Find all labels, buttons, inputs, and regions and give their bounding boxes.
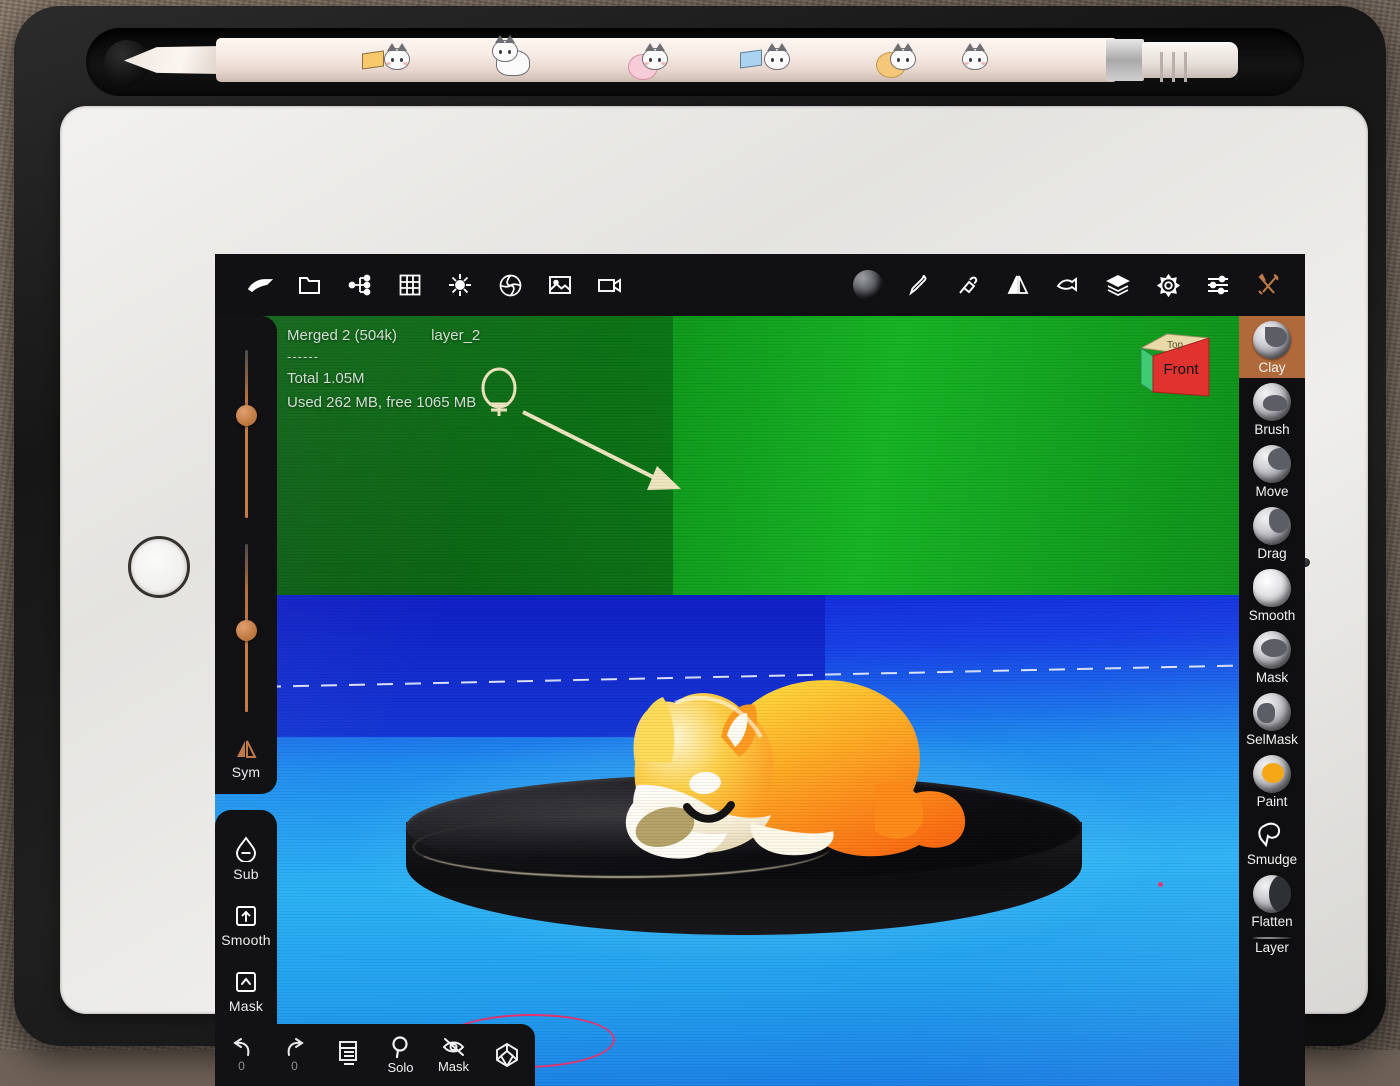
cat-sticker — [882, 48, 916, 70]
pencil-band — [1106, 39, 1144, 81]
home-button[interactable] — [128, 536, 190, 598]
stamp-icon[interactable] — [943, 262, 993, 308]
clay-slab-icon[interactable] — [235, 262, 285, 308]
tool-label-flatten: Flatten — [1251, 914, 1292, 929]
pencil-body — [216, 38, 1116, 82]
pencil-tip — [124, 46, 220, 74]
tool-label-brush: Brush — [1254, 422, 1289, 437]
grid-icon[interactable] — [385, 262, 435, 308]
cat-sticker — [962, 48, 988, 70]
ipad-case: Merged 2 (504k) layer_2 ------ Total 1.0… — [14, 6, 1386, 1046]
apple-pencil[interactable] — [106, 34, 1266, 86]
magnifier-icon — [389, 1035, 413, 1059]
ipad-front: Merged 2 (504k) layer_2 ------ Total 1.0… — [60, 106, 1368, 1014]
redo-arrow-icon — [282, 1037, 308, 1059]
left-slider-rail: Sym — [215, 316, 277, 794]
cat-sticker — [492, 40, 518, 62]
mask-label: Mask — [229, 998, 263, 1014]
folder-icon[interactable] — [285, 262, 335, 308]
pen-icon[interactable] — [893, 262, 943, 308]
tool-selmask[interactable]: SelMask — [1239, 688, 1305, 750]
layers-icon[interactable] — [1093, 262, 1143, 308]
shiba-inu-sculpture[interactable] — [575, 645, 995, 905]
tool-clay[interactable]: Clay — [1239, 316, 1305, 378]
navigation-cube[interactable]: Front Top — [1127, 326, 1219, 402]
intensity-slider[interactable] — [236, 544, 256, 712]
solo-label: Solo — [387, 1060, 413, 1075]
image-icon[interactable] — [535, 262, 585, 308]
solo-button[interactable]: Solo — [374, 1024, 427, 1086]
wireframe-button[interactable] — [480, 1024, 533, 1086]
mask-toggle-button[interactable]: Mask — [427, 1024, 480, 1086]
tool-smudge[interactable]: Smudge — [1239, 812, 1305, 870]
undo-count: 0 — [238, 1059, 245, 1073]
tool-smooth[interactable]: Smooth — [1239, 564, 1305, 626]
deformer-icon[interactable] — [1043, 262, 1093, 308]
tool-flatten[interactable]: Flatten — [1239, 870, 1305, 932]
matcap-preview[interactable] — [843, 262, 893, 308]
scene-graph-icon[interactable] — [335, 262, 385, 308]
top-toolbar — [215, 254, 1305, 316]
smudge-icon — [1255, 817, 1289, 851]
tool-drag[interactable]: Drag — [1239, 502, 1305, 564]
radius-slider-knob[interactable] — [236, 405, 257, 426]
bottom-toolbar: 0 0 — [215, 1024, 535, 1086]
polyhedron-icon — [493, 1041, 521, 1069]
mirror-icon[interactable] — [993, 262, 1043, 308]
tool-label-selmask: SelMask — [1246, 732, 1298, 747]
tool-label-move: Move — [1255, 484, 1288, 499]
smooth-button[interactable]: Smooth — [221, 904, 270, 948]
tool-brush[interactable]: Brush — [1239, 378, 1305, 440]
eye-slash-icon — [441, 1036, 467, 1058]
shutter-icon[interactable] — [485, 262, 535, 308]
redo-count: 0 — [291, 1059, 298, 1073]
symmetry-icon — [232, 738, 260, 760]
pencil-cap — [1142, 42, 1238, 78]
tool-label-smudge: Smudge — [1247, 852, 1297, 867]
cat-sticker — [636, 48, 668, 70]
tool-palette: Clay Brush Move Drag Smooth — [1239, 316, 1305, 1086]
tool-label-smooth: Smooth — [1249, 608, 1296, 623]
box-caret-icon — [234, 970, 258, 994]
symmetry-label: Sym — [232, 764, 261, 780]
list-button[interactable] — [321, 1024, 374, 1086]
ipad-screen[interactable]: Merged 2 (504k) layer_2 ------ Total 1.0… — [215, 254, 1305, 1086]
sub-button[interactable]: Sub — [233, 836, 259, 882]
tool-label-mask: Mask — [1256, 670, 1288, 685]
intensity-slider-knob[interactable] — [236, 620, 257, 641]
list-icon — [335, 1040, 361, 1070]
tool-label-layer: Layer — [1255, 940, 1289, 955]
tool-paint[interactable]: Paint — [1239, 750, 1305, 812]
symmetry-button[interactable]: Sym — [232, 738, 261, 780]
cat-sticker — [376, 48, 410, 70]
redo-button[interactable]: 0 — [268, 1024, 321, 1086]
tool-label-paint: Paint — [1257, 794, 1288, 809]
mask-toggle-label: Mask — [438, 1059, 469, 1074]
navcube-top-label: Top — [1167, 340, 1184, 351]
camera-icon[interactable] — [585, 262, 635, 308]
tool-move[interactable]: Move — [1239, 440, 1305, 502]
tool-label-drag: Drag — [1257, 546, 1286, 561]
navcube-front-label: Front — [1163, 361, 1199, 378]
light-gizmo[interactable] — [471, 362, 701, 502]
box-up-arrow-icon — [234, 904, 258, 928]
undo-button[interactable]: 0 — [215, 1024, 268, 1086]
stray-marker-dot — [1158, 882, 1163, 887]
droplet-minus-icon — [234, 836, 258, 862]
gear-icon[interactable] — [1143, 262, 1193, 308]
cat-sticker — [756, 48, 790, 70]
undo-arrow-icon — [229, 1037, 255, 1059]
tools-icon[interactable] — [1243, 262, 1293, 308]
sub-label: Sub — [233, 866, 259, 882]
tool-mask[interactable]: Mask — [1239, 626, 1305, 688]
radius-slider[interactable] — [236, 350, 256, 518]
mask-button[interactable]: Mask — [229, 970, 263, 1014]
lighting-icon[interactable] — [435, 262, 485, 308]
smooth-label: Smooth — [221, 932, 270, 948]
tool-label-clay: Clay — [1258, 360, 1285, 375]
tool-layer[interactable]: Layer — [1239, 932, 1305, 958]
sliders-icon[interactable] — [1193, 262, 1243, 308]
